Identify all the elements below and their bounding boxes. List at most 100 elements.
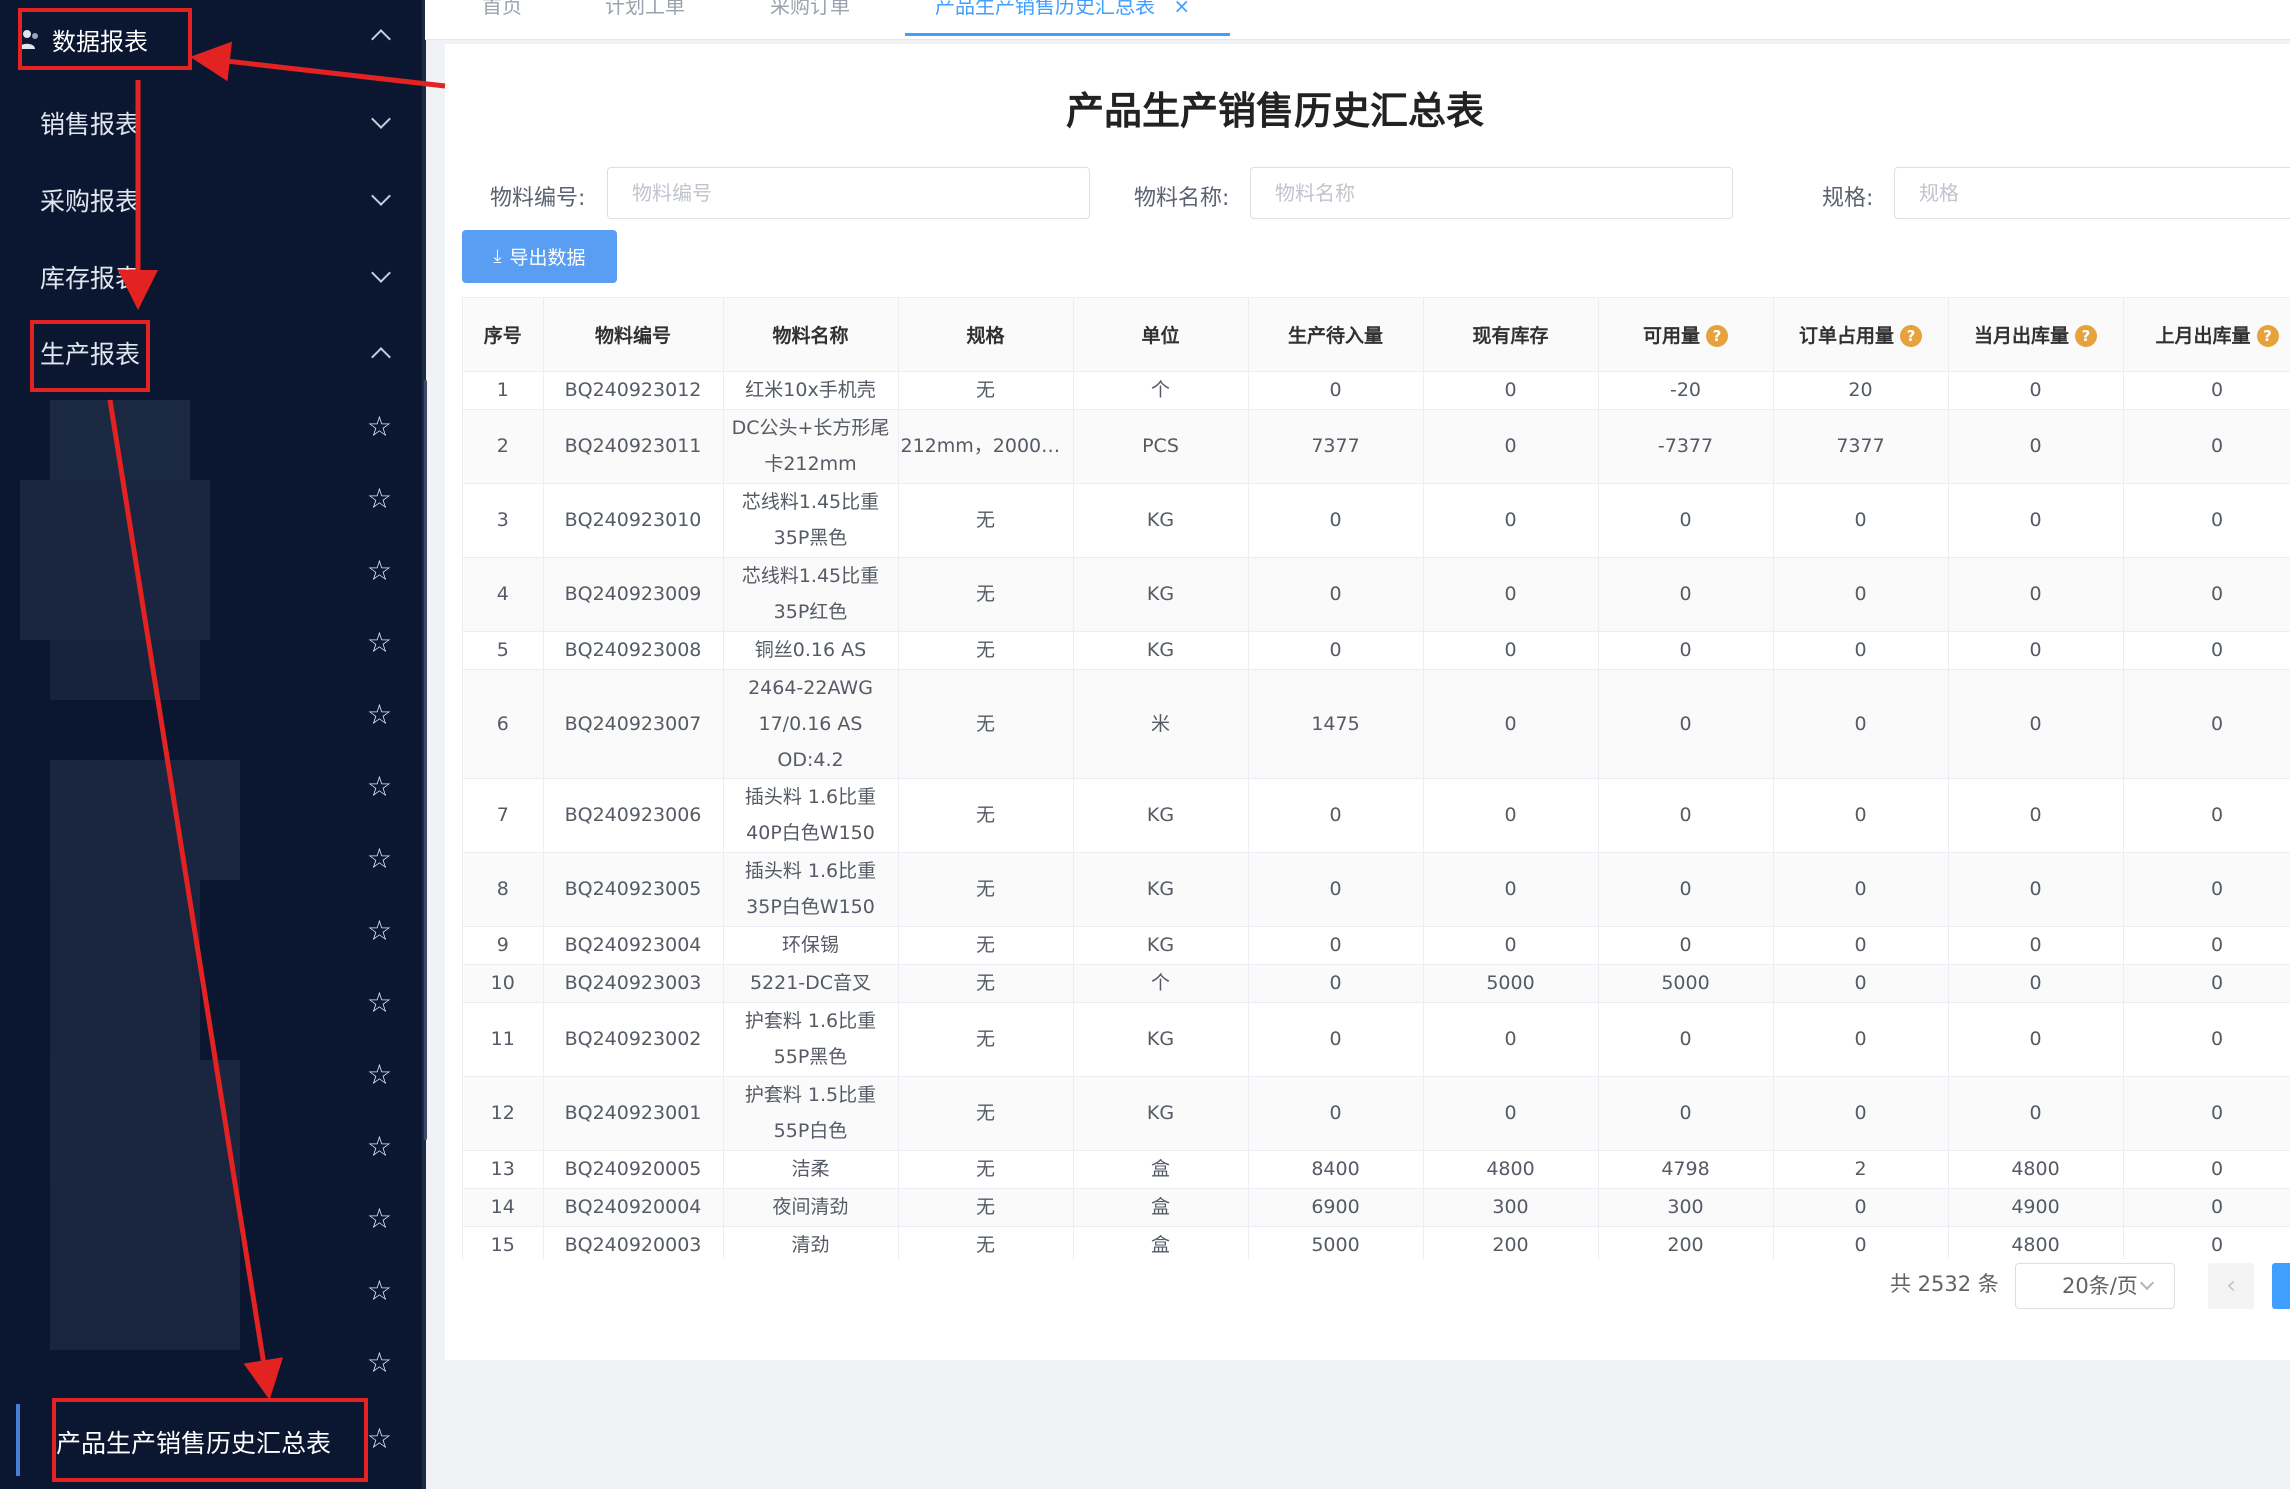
submenu-item[interactable]: ☆	[0, 1112, 422, 1184]
question-icon[interactable]: ?	[1706, 325, 1728, 348]
table-row[interactable]: 9 BQ240923004 环保锡无 KG 0 0 0 0 0 0	[463, 926, 2290, 965]
sidebar-scrollbar[interactable]	[424, 380, 427, 1140]
menu-inventory-reports[interactable]: 库存报表	[0, 242, 422, 312]
question-icon[interactable]: ?	[1900, 325, 1922, 348]
star-icon[interactable]: ☆	[367, 484, 392, 514]
table-row[interactable]: 8 BQ240923005 插头料 1.6比重 35P白色W150 无 KG 0 0 0 0 0 0	[463, 852, 2290, 927]
table-row[interactable]: 15 BQ240920003 清劲无盒 5000 200 200 0 4800 0	[463, 1226, 2290, 1259]
question-icon[interactable]: ?	[2075, 325, 2097, 348]
table-cell: 盒	[1073, 1150, 1249, 1189]
submenu-item[interactable]: ☆	[0, 536, 422, 608]
table-cell: BQ240923004	[543, 926, 724, 965]
table-cell: 无	[898, 1188, 1074, 1227]
spec-input[interactable]	[1894, 167, 2290, 219]
star-icon[interactable]: ☆	[367, 1132, 392, 1162]
table-cell: 护套料 1.5比重 55P白色	[723, 1076, 899, 1151]
material-name-input[interactable]	[1250, 167, 1733, 219]
table-row[interactable]: 12 BQ240923001 护套料 1.5比重 55P白色无 KG 0 0 0 0 0 0	[463, 1076, 2290, 1151]
star-icon[interactable]: ☆	[367, 628, 392, 658]
table-cell: 4798	[1598, 1150, 1774, 1189]
export-data-button[interactable]: ⤓ 导出数据	[462, 230, 617, 283]
table-cell: 0	[1948, 669, 2124, 779]
table-cell: 0	[1773, 964, 1949, 1003]
star-icon[interactable]: ☆	[367, 844, 392, 874]
col-header[interactable]: 生产待入量	[1248, 298, 1424, 372]
table-cell: BQ240920005	[543, 1150, 724, 1189]
table-row[interactable]: 14 BQ240920004 夜间清劲无盒 6900 300 300 0 4900 0	[463, 1188, 2290, 1227]
star-icon[interactable]: ☆	[367, 1204, 392, 1234]
col-header[interactable]: 可用量?	[1598, 298, 1774, 372]
table-cell: 0	[2123, 778, 2290, 853]
page-number-button[interactable]	[2272, 1263, 2290, 1309]
table-row[interactable]: 11 BQ240923002 护套料 1.6比重 55P黑色无 KG 0 0 0 0 0 0	[463, 1002, 2290, 1077]
table-row[interactable]: 13 BQ240920005 洁柔无盒 8400 4800 4798 2 4800 0	[463, 1150, 2290, 1189]
table-cell: 清劲	[723, 1226, 899, 1259]
table-row[interactable]: 3 BQ240923010 芯线料1.45比重35P黑色无 KG 0 0 0 0 0 0	[463, 483, 2290, 558]
table-cell: 0	[1948, 852, 2124, 927]
submenu-item[interactable]: ☆	[0, 680, 422, 752]
star-icon[interactable]: ☆	[367, 772, 392, 802]
material-code-input[interactable]	[607, 167, 1090, 219]
col-header[interactable]: 订单占用量?	[1773, 298, 1949, 372]
table-cell: 0	[1248, 778, 1424, 853]
table-cell: 无	[898, 926, 1074, 965]
table-row[interactable]: 10 BQ240923003 5221-DC音叉无个 0 5000 5000 0 0 0	[463, 964, 2290, 1003]
submenu-item[interactable]: ☆	[0, 392, 422, 464]
close-icon[interactable]: ×	[1173, 0, 1190, 18]
table-cell: 0	[1598, 557, 1774, 632]
submenu-item[interactable]: ☆	[0, 896, 422, 968]
table-cell: 7	[463, 778, 544, 853]
table-row[interactable]: 6 BQ240923007 2464-22AWG 17/0.16 AS OD:4.2…	[463, 669, 2290, 779]
menu-sales-reports[interactable]: 销售报表	[0, 88, 422, 158]
star-icon[interactable]: ☆	[367, 1348, 392, 1378]
star-icon[interactable]: ☆	[367, 412, 392, 442]
submenu-item[interactable]: ☆	[0, 752, 422, 824]
submenu-item[interactable]: ☆	[0, 1184, 422, 1256]
table-cell: 0	[1948, 1076, 2124, 1151]
submenu-item[interactable]: ☆	[0, 968, 422, 1040]
col-header[interactable]: 物料编号	[543, 298, 724, 372]
page-size-select[interactable]: 20条/页	[2015, 1263, 2175, 1309]
question-icon[interactable]: ?	[2256, 325, 2279, 348]
col-header[interactable]: 当月出库量?	[1948, 298, 2124, 372]
tab-work-orders[interactable]: 计划工单	[605, 0, 685, 40]
submenu-item[interactable]: ☆	[0, 1256, 422, 1328]
table-cell: 0	[1773, 669, 1949, 779]
table-row[interactable]: 1 BQ240923012 红米10x手机壳无个 0 0 -20 20 0 0	[463, 371, 2290, 410]
col-header[interactable]: 规格	[898, 298, 1074, 372]
prev-page-button[interactable]: ‹	[2208, 1263, 2254, 1309]
col-header[interactable]: 上月出库量?	[2123, 298, 2290, 372]
table-row[interactable]: 7 BQ240923006 插头料 1.6比重 40P白色W150 无 KG 0 0 0 0 0 0	[463, 778, 2290, 853]
col-header[interactable]: 物料名称	[723, 298, 899, 372]
star-icon[interactable]: ☆	[367, 916, 392, 946]
col-header[interactable]: 序号	[463, 298, 544, 372]
table-cell: 0	[2123, 483, 2290, 558]
table-cell: BQ240923005	[543, 852, 724, 927]
chevron-left-icon: ‹	[2226, 1271, 2236, 1299]
col-header[interactable]: 现有库存	[1423, 298, 1599, 372]
submenu-item[interactable]: ☆	[0, 1040, 422, 1112]
table-cell: 0	[1773, 1188, 1949, 1227]
submenu-item[interactable]: ☆	[0, 824, 422, 896]
star-icon[interactable]: ☆	[367, 556, 392, 586]
table-row[interactable]: 4 BQ240923009 芯线料1.45比重35P红色无 KG 0 0 0 0 0 0	[463, 557, 2290, 632]
table-row[interactable]: 2 BQ240923011 DC公头+长方形尾卡212mm 212mm，2000条/.…	[463, 409, 2290, 484]
menu-purchase-reports[interactable]: 采购报表	[0, 165, 422, 235]
table-cell: 盒	[1073, 1226, 1249, 1259]
col-header[interactable]: 单位	[1073, 298, 1249, 372]
table-row[interactable]: 5 BQ240923008 铜丝0.16 AS 无 KG 0 0 0 0 0 0	[463, 631, 2290, 670]
submenu-item[interactable]: ☆	[0, 464, 422, 536]
star-icon[interactable]: ☆	[367, 1276, 392, 1306]
submenu-item[interactable]: ☆	[0, 1328, 422, 1400]
tab-purchase-orders[interactable]: 采购订单	[770, 0, 850, 40]
star-icon[interactable]: ☆	[367, 700, 392, 730]
submenu-item[interactable]: ☆	[0, 608, 422, 680]
table-cell: 0	[1423, 669, 1599, 779]
star-icon[interactable]: ☆	[367, 988, 392, 1018]
tab-home[interactable]: 首页	[482, 0, 522, 40]
star-icon[interactable]: ☆	[367, 1060, 392, 1090]
star-icon[interactable]: ☆	[367, 1424, 392, 1454]
table-cell: 0	[1598, 1076, 1774, 1151]
active-indicator	[16, 1404, 20, 1476]
col-header-label: 规格	[966, 324, 1005, 347]
